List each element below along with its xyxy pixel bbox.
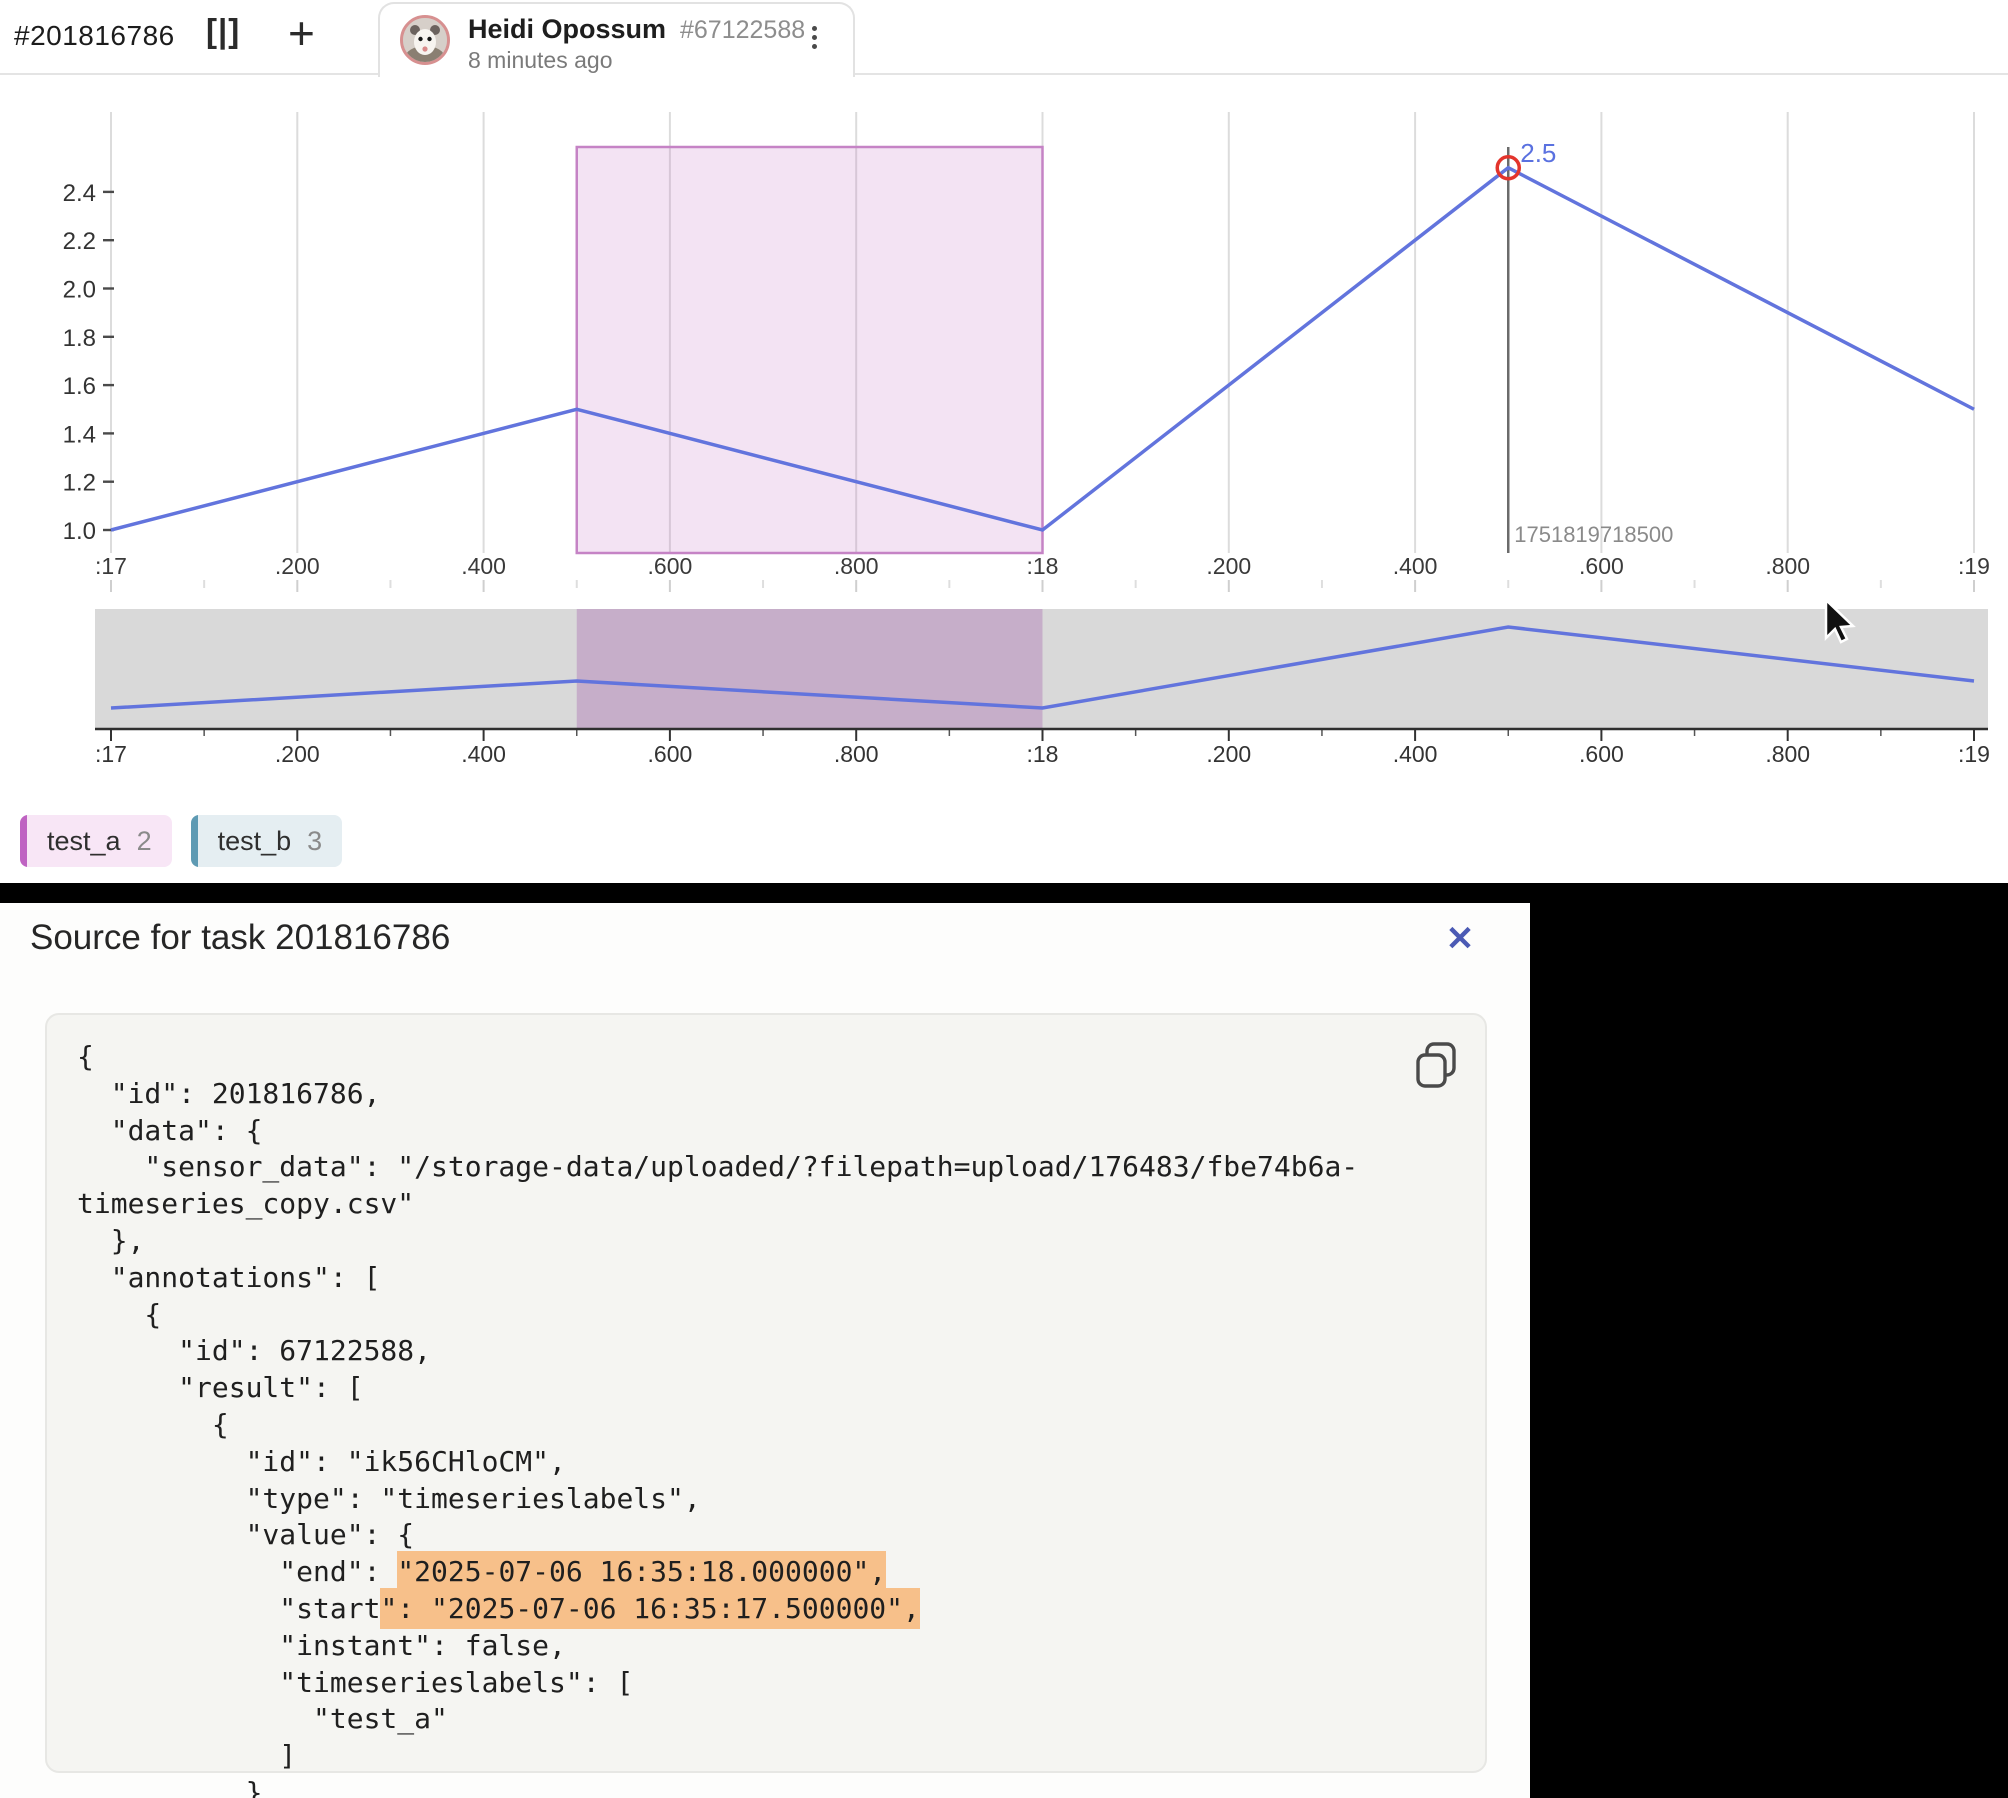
highlighted-json-text: "2025-07-06 16:35:18.000000", [397,1551,886,1592]
x-tick-label: .800 [834,553,879,579]
json-line: }, [77,1775,1358,1798]
json-line: "id": 201816786, [77,1076,1358,1113]
annotation-id: #67122588 [680,16,805,45]
main-chart: :17 .200 .400 .600 .800 :18 .200 .400 .600 .800 :1… [63,112,1990,592]
highlighted-json-text: ": "2025-07-06 16:35:17.500000", [380,1588,919,1629]
json-line: "timeserieslabels": [ [77,1665,1358,1702]
bottom-section: Source for task 201816786 ✕ { "id": 2018… [0,903,2008,1798]
json-line: ] [77,1738,1358,1775]
json-line: { [77,1039,1358,1076]
x-tick-label: .200 [275,553,320,579]
annotation-tab[interactable]: Heidi Opossum #67122588 8 minutes ago [378,2,855,77]
label-chips: test_a 2 test_b 3 [20,815,342,867]
opossum-avatar-image [403,18,447,62]
y-tick-label: 2.4 [63,180,96,207]
x-tick-label: .600 [1579,553,1624,579]
close-icon[interactable]: ✕ [1438,917,1482,961]
add-annotation-icon[interactable]: + [288,6,315,60]
label-name: test_b [198,826,308,857]
y-tick-label: 1.4 [63,421,96,448]
x-tick-label: .800 [1765,553,1810,579]
overview-chart: :17 .200 .400 .600 .800 :18 .200 .400 .600 .800 :1… [95,609,1990,767]
overview-tick-label: .200 [275,741,320,767]
x-tick-label: .200 [1206,553,1251,579]
kebab-menu-icon[interactable] [804,22,824,62]
crosshair-timestamp-label: 1751819718500 [1514,522,1673,547]
json-line: { [77,1407,1358,1444]
json-line: "sensor_data": "/storage-data/uploaded/?… [77,1149,1358,1186]
overview-tick-label: .400 [461,741,506,767]
json-line: "data": { [77,1113,1358,1150]
json-line: "test_a" [77,1701,1358,1738]
y-tick-label: 1.0 [63,518,96,545]
columns-icon[interactable]: [|] [206,12,240,50]
overview-tick-label: .400 [1393,741,1438,767]
overview-tick-label: .800 [834,741,879,767]
y-tick-label: 1.8 [63,325,96,352]
section-divider [0,883,2008,903]
json-source-block: { "id": 201816786, "data": { "sensor_dat… [45,1013,1487,1773]
annotation-region-main[interactable] [577,147,1043,553]
y-tick-label: 1.2 [63,470,96,497]
json-line: "result": [ [77,1370,1358,1407]
x-tick-label: :17 [95,553,127,579]
y-tick-label: 2.2 [63,228,96,255]
json-line: "instant": false, [77,1628,1358,1665]
copy-icon[interactable] [1413,1041,1461,1096]
json-source-text: { "id": 201816786, "data": { "sensor_dat… [77,1039,1358,1798]
json-line: "id": 67122588, [77,1333,1358,1370]
task-id: #201816786 [14,20,175,52]
tab-bar: #201816786 [|] + Heidi Opossum #67122588… [0,0,2008,75]
label-color-stripe [191,815,198,867]
label-name: test_a [27,826,137,857]
x-tick-label: .600 [648,553,693,579]
annotation-workspace: :17 .200 .400 .600 .800 :18 .200 .400 .600 .800 :1… [0,0,2008,1798]
overview-tick-label: .200 [1206,741,1251,767]
annotator-name: Heidi Opossum [468,14,666,45]
y-tick-label: 2.0 [63,277,96,304]
avatar [400,15,450,65]
overview-tick-label: :19 [1958,741,1990,767]
overview-tick-label: .600 [648,741,693,767]
overview-tick-label: :17 [95,741,127,767]
json-line: "start": "2025-07-06 16:35:17.500000", [77,1591,1358,1628]
label-chip-test-b[interactable]: test_b 3 [191,815,343,867]
label-color-stripe [20,815,27,867]
json-line: { [77,1297,1358,1334]
label-count: 3 [307,826,342,857]
source-modal: Source for task 201816786 ✕ { "id": 2018… [0,903,1530,1798]
json-line: "id": "ik56CHloCM", [77,1444,1358,1481]
json-line: }, [77,1223,1358,1260]
annotation-region-overview[interactable] [577,609,1043,728]
overview-tick-label: .800 [1765,741,1810,767]
overview-tick-label: .600 [1579,741,1624,767]
label-count: 2 [137,826,172,857]
json-line: "type": "timeserieslabels", [77,1481,1358,1518]
json-line: timeseries_copy.csv" [77,1186,1358,1223]
json-line: "end": "2025-07-06 16:35:18.000000", [77,1554,1358,1591]
x-tick-label: :19 [1958,553,1990,579]
point-value-label: 2.5 [1520,138,1556,168]
x-tick-label: .400 [461,553,506,579]
x-tick-label: :18 [1027,553,1059,579]
json-line: "annotations": [ [77,1260,1358,1297]
overview-tick-label: :18 [1027,741,1059,767]
timeseries-chart[interactable]: :17 .200 .400 .600 .800 :18 .200 .400 .600 .800 :1… [0,0,2008,883]
json-line: "value": { [77,1517,1358,1554]
label-chip-test-a[interactable]: test_a 2 [20,815,172,867]
modal-title: Source for task 201816786 [30,918,450,958]
y-tick-label: 1.6 [63,373,96,400]
annotation-time-ago: 8 minutes ago [468,47,612,74]
x-tick-label: .400 [1393,553,1438,579]
